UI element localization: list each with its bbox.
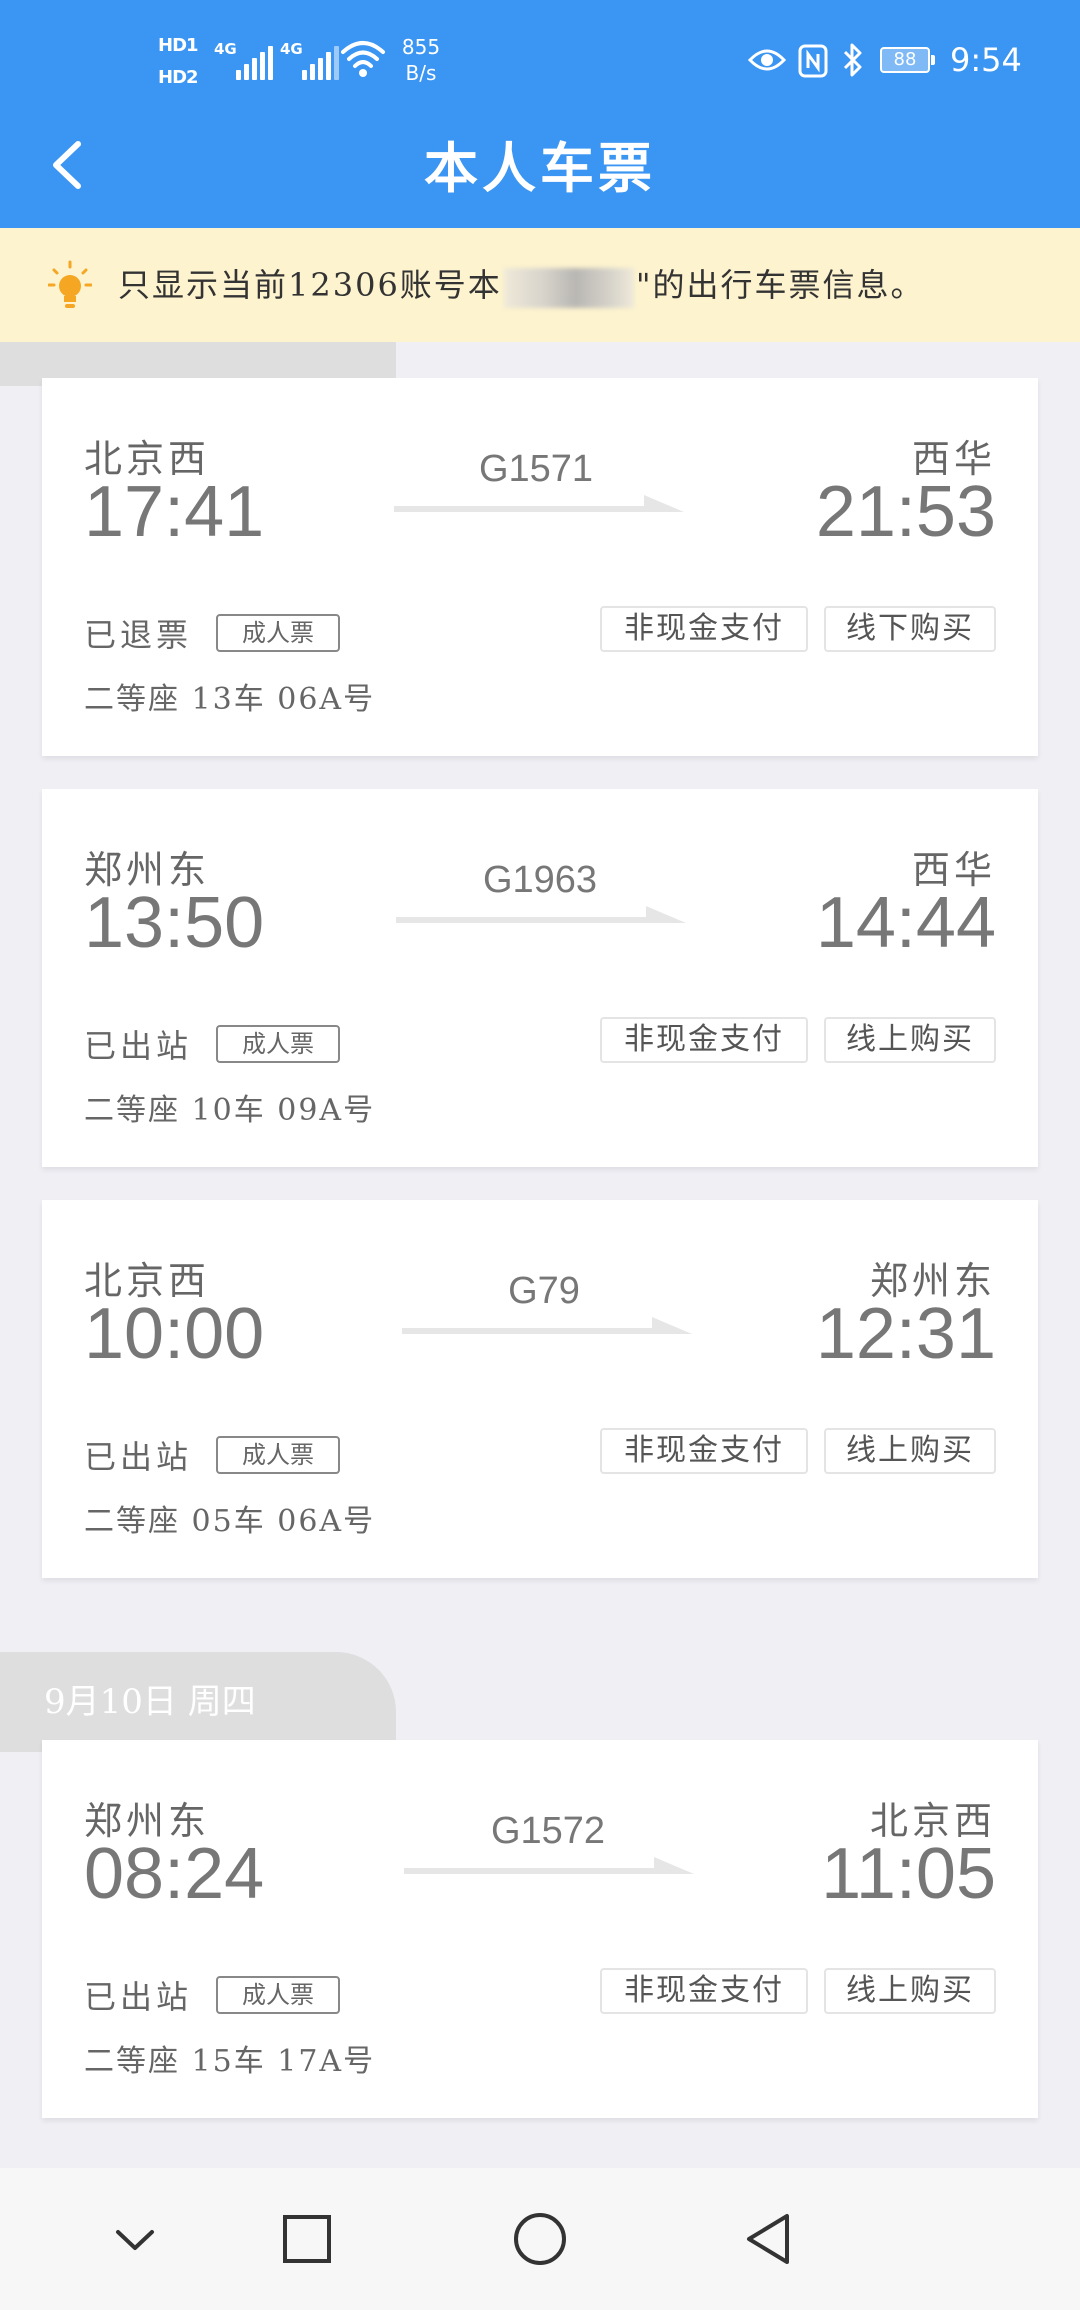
ticket-status: 已出站 <box>84 1438 193 1476</box>
clock: 9:54 <box>950 41 1022 79</box>
redacted-account-name <box>503 267 634 308</box>
route-arrow-icon <box>396 906 686 923</box>
status-bar: HD1 HD2 4G 4G 855 B/s 88 9:54 <box>0 0 1080 124</box>
purchase-channel-tag: 线上购买 <box>824 1017 996 1063</box>
train-number: G1571 <box>478 448 594 490</box>
hd2-label: HD2 <box>158 67 199 88</box>
train-number: G79 <box>508 1270 580 1312</box>
route-arrow-icon <box>402 1317 692 1334</box>
ticket-type-badge: 成人票 <box>216 1976 340 2014</box>
lightbulb-icon <box>48 260 92 308</box>
signal-2-icon: 4G <box>280 40 340 80</box>
departure-time: 13:50 <box>84 883 265 963</box>
ticket-type-badge: 成人票 <box>216 1025 340 1063</box>
ticket-card[interactable]: 郑州东 13:50 G1963 西华 14:44 已出站 成人票 非现金支付 线… <box>42 789 1038 1167</box>
notice-banner: 只显示当前12306账号本 "的出行车票信息。 <box>0 228 1080 342</box>
hd-indicator: HD1 HD2 <box>158 30 208 94</box>
payment-tag: 非现金支付 <box>600 1428 808 1474</box>
ticket-status: 已出站 <box>84 1027 193 1065</box>
seat-info: 二等座 05车 06A号 <box>84 1504 376 1539</box>
payment-tag: 非现金支付 <box>600 606 808 652</box>
hd1-label: HD1 <box>158 35 199 56</box>
purchase-channel-tag: 线上购买 <box>824 1428 996 1474</box>
signal-1-label: 4G <box>214 40 237 58</box>
departure-time: 08:24 <box>84 1834 265 1914</box>
net-speed-value: 855 <box>401 35 441 59</box>
bluetooth-icon <box>843 43 862 77</box>
nfc-icon <box>798 44 828 78</box>
seat-info: 二等座 13车 06A号 <box>84 682 376 717</box>
payment-tag: 非现金支付 <box>600 1017 808 1063</box>
purchase-channel-tag: 线上购买 <box>824 1968 996 2014</box>
signal-2-label: 4G <box>280 40 303 58</box>
triangle-back-icon[interactable] <box>735 2204 805 2274</box>
ticket-status: 已出站 <box>84 1978 193 2016</box>
signal-1-icon: 4G <box>214 40 274 80</box>
ticket-type-badge: 成人票 <box>216 1436 340 1474</box>
chevron-down-icon[interactable] <box>100 2204 170 2274</box>
ticket-card[interactable]: 郑州东 08:24 G1572 北京西 11:05 已出站 成人票 非现金支付 … <box>42 1740 1038 2118</box>
arrival-time: 14:44 <box>815 883 996 963</box>
purchase-channel-tag: 线下购买 <box>824 606 996 652</box>
battery-level: 88 <box>880 47 930 73</box>
route-arrow-icon <box>404 1857 694 1874</box>
seat-info: 二等座 10车 09A号 <box>84 1093 376 1128</box>
departure-time: 10:00 <box>84 1294 265 1374</box>
notice-text: 只显示当前12306账号本 "的出行车票信息。 <box>118 228 925 342</box>
square-recent-icon[interactable] <box>272 2204 342 2274</box>
train-number: G1963 <box>482 859 598 901</box>
notice-text-after: "的出行车票信息。 <box>635 266 925 304</box>
date-group-header: 9月10日 周四 <box>0 1652 396 1752</box>
payment-tag: 非现金支付 <box>600 1968 808 2014</box>
wifi-icon <box>341 41 385 77</box>
ticket-type-badge: 成人票 <box>216 614 340 652</box>
arrival-time: 12:31 <box>815 1294 996 1374</box>
notice-text-before: 只显示当前12306账号本 <box>118 266 502 304</box>
ticket-card[interactable]: 北京西 10:00 G79 郑州东 12:31 已出站 成人票 非现金支付 线上… <box>42 1200 1038 1578</box>
train-number: G1572 <box>490 1810 606 1852</box>
circle-home-icon[interactable] <box>505 2204 575 2274</box>
page-title: 本人车票 <box>424 136 656 200</box>
eye-icon <box>748 49 786 71</box>
app-header: HD1 HD2 4G 4G 855 B/s 88 9:54 本人车票 <box>0 0 1080 228</box>
net-speed: 855 B/s <box>396 34 446 86</box>
ticket-status: 已退票 <box>84 616 193 654</box>
route-arrow-icon <box>394 495 684 512</box>
arrival-time: 11:05 <box>821 1834 996 1914</box>
net-speed-unit: B/s <box>405 61 437 85</box>
arrival-time: 21:53 <box>815 472 996 552</box>
system-nav-bar <box>0 2168 1080 2310</box>
seat-info: 二等座 15车 17A号 <box>84 2044 376 2079</box>
ticket-list[interactable]: 北京西 17:41 G1571 西华 21:53 已退票 成人票 非现金支付 线… <box>0 342 1080 2168</box>
departure-time: 17:41 <box>84 472 265 552</box>
battery-icon: 88 <box>880 47 938 75</box>
ticket-card[interactable]: 北京西 17:41 G1571 西华 21:53 已退票 成人票 非现金支付 线… <box>42 378 1038 756</box>
